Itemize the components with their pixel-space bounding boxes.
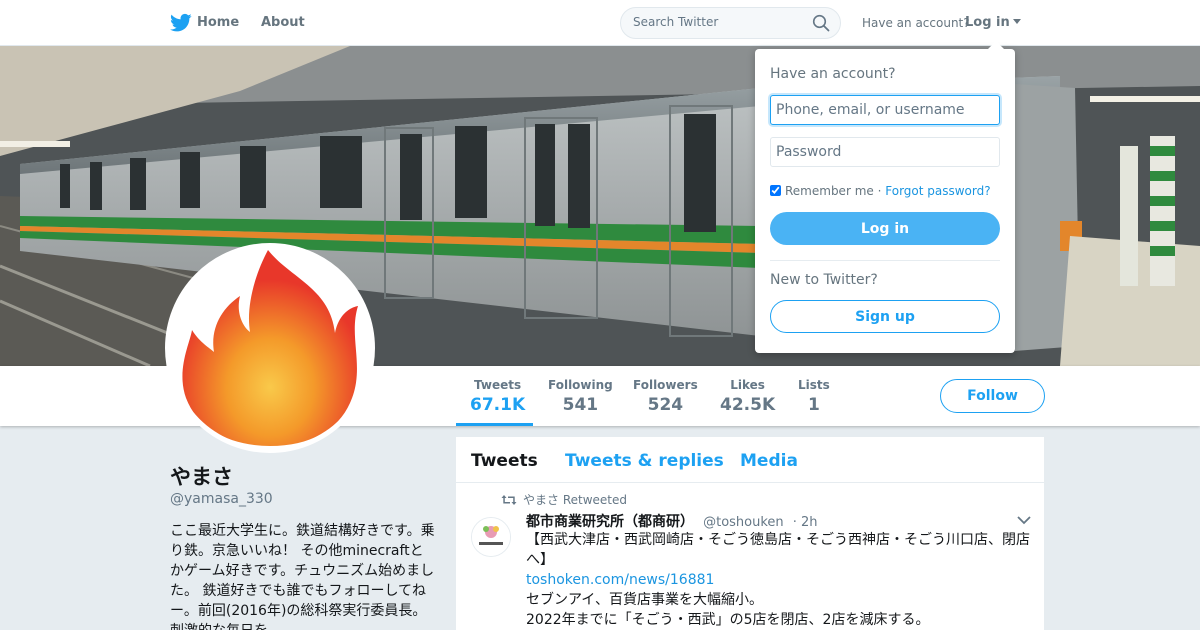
stat-label: Tweets xyxy=(474,378,522,392)
remember-me-checkbox[interactable] xyxy=(770,185,781,196)
tweet-text: 【西武大津店・西武岡崎店・そごう徳島店・そごう西神店・そごう川口店、閉店へ】 t… xyxy=(526,530,1036,630)
top-navigation: Home About Have an account? Log in xyxy=(0,0,1200,46)
separator-dot: · xyxy=(877,184,882,198)
login-dropdown-toggle[interactable]: Log in xyxy=(965,15,1021,30)
fire-icon xyxy=(182,250,358,446)
timeline: Tweets Tweets & replies Media やまさ Retwee… xyxy=(456,437,1044,630)
nav-about-link[interactable]: About xyxy=(261,15,305,30)
login-dropdown: Have an account? Remember me · Forgot pa… xyxy=(755,41,1015,353)
chevron-down-icon[interactable] xyxy=(1017,515,1031,525)
stat-value: 541 xyxy=(562,395,599,415)
forgot-password-link[interactable]: Forgot password? xyxy=(885,184,990,198)
tweet-timestamp[interactable]: · 2h xyxy=(793,515,818,530)
stat-followers[interactable]: Followers 524 xyxy=(633,378,698,415)
toshouken-logo-icon xyxy=(472,518,510,556)
remember-row: Remember me · Forgot password? xyxy=(770,184,991,198)
tweet-header: 都市商業研究所（都商研） @toshouken · 2h xyxy=(526,511,818,531)
have-account-text: Have an account? xyxy=(862,16,970,30)
tweet-line: セブンアイ、百貨店事業を大幅縮小。 xyxy=(526,592,764,608)
dropdown-caret xyxy=(988,41,1004,49)
login-heading: Have an account? xyxy=(770,66,896,82)
stat-label: Likes xyxy=(730,378,765,392)
tweet-author-name[interactable]: 都市商業研究所（都商研） xyxy=(526,514,694,530)
timeline-tabs: Tweets Tweets & replies Media xyxy=(456,437,1044,483)
profile-bio: ここ最近大学生に。鉄道結構好きです。乗り鉄。京急いいね！ その他minecraf… xyxy=(170,523,435,630)
avatar[interactable] xyxy=(165,243,375,453)
stat-value: 42.5K xyxy=(720,395,776,415)
dropdown-divider xyxy=(770,260,1000,261)
tab-tweets[interactable]: Tweets xyxy=(471,451,538,471)
stat-label: Lists xyxy=(798,378,830,392)
stat-lists[interactable]: Lists 1 xyxy=(798,378,830,415)
stat-tweets[interactable]: Tweets 67.1K xyxy=(470,378,525,415)
tweet-line: 2022年までに「そごう・西武」の5店を閉店、2店を減床する。 xyxy=(526,612,930,628)
nav-home-link[interactable]: Home xyxy=(197,15,239,30)
active-stat-underline xyxy=(456,423,533,426)
stat-value: 1 xyxy=(807,395,820,415)
caret-down-icon xyxy=(1012,19,1021,24)
follow-button[interactable]: Follow xyxy=(940,379,1045,413)
login-button[interactable]: Log in xyxy=(770,212,1000,245)
profile-name: やまさ xyxy=(170,465,233,489)
tab-tweets-replies[interactable]: Tweets & replies xyxy=(565,451,724,471)
remember-me-label[interactable]: Remember me xyxy=(785,184,874,198)
tweet-author-avatar[interactable] xyxy=(471,517,511,557)
stat-value: 524 xyxy=(647,395,684,415)
retweet-context-label[interactable]: やまさ Retweeted xyxy=(523,493,627,507)
stat-label: Following xyxy=(548,378,613,392)
stat-likes[interactable]: Likes 42.5K xyxy=(720,378,775,415)
stat-value: 67.1K xyxy=(470,395,526,415)
password-field[interactable] xyxy=(770,137,1000,167)
retweet-context: やまさ Retweeted xyxy=(501,491,627,508)
stat-following[interactable]: Following 541 xyxy=(548,378,613,415)
stat-label: Followers xyxy=(633,378,698,392)
twitter-bird-icon[interactable] xyxy=(170,13,192,33)
search-box xyxy=(620,7,841,39)
profile-handle[interactable]: @yamasa_330 xyxy=(170,491,273,507)
signup-button[interactable]: Sign up xyxy=(770,300,1000,333)
retweet-icon xyxy=(501,495,517,505)
tab-media[interactable]: Media xyxy=(740,451,798,471)
login-toggle-label: Log in xyxy=(965,15,1010,30)
tweet-line: 【西武大津店・西武岡崎店・そごう徳島店・そごう西神店・そごう川口店、閉店へ】 xyxy=(526,532,1030,568)
tweet-link[interactable]: toshoken.com/news/16881 xyxy=(526,570,1036,590)
username-field[interactable] xyxy=(770,95,1000,125)
search-icon[interactable] xyxy=(812,14,830,32)
search-input[interactable] xyxy=(633,15,808,29)
new-to-twitter-text: New to Twitter? xyxy=(770,272,878,288)
tweet-author-handle[interactable]: @toshouken xyxy=(703,515,784,530)
